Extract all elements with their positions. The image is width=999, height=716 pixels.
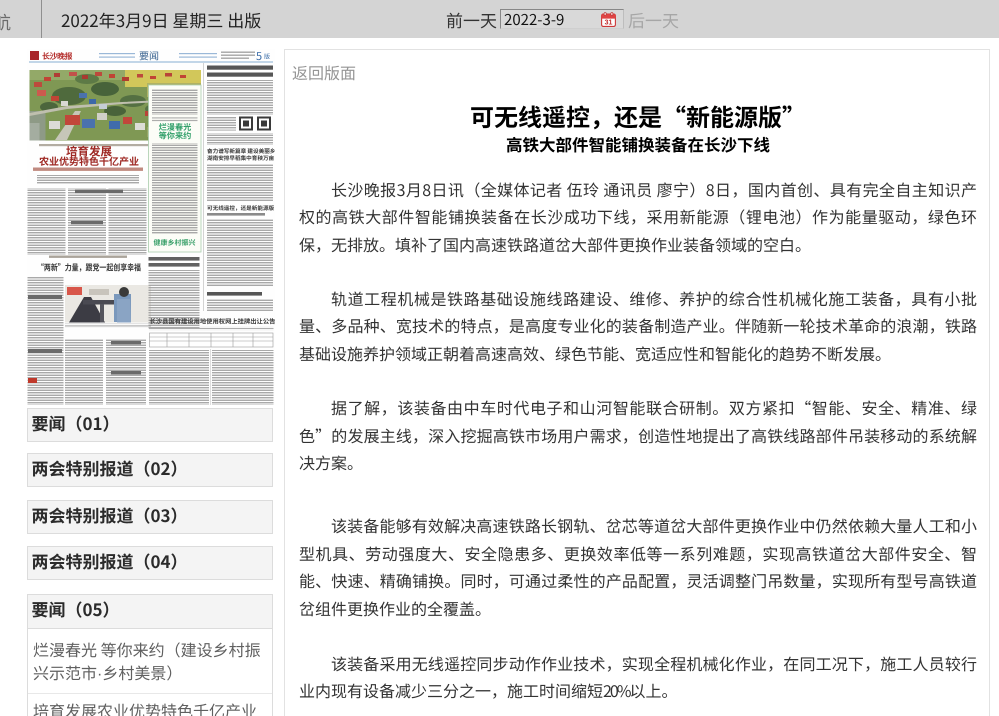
svg-text:要闻: 要闻 (139, 49, 159, 63)
svg-text:湖南安排早稻集中育秧万亩: 湖南安排早稻集中育秧万亩 (207, 154, 275, 162)
svg-text:版: 版 (264, 52, 270, 61)
svg-text:可无线遥控，还是新能源版: 可无线遥控，还是新能源版 (207, 204, 275, 212)
svg-text:31: 31 (605, 20, 613, 27)
svg-text:长沙县国有建设用地使用权网上挂牌出让公告: 长沙县国有建设用地使用权网上挂牌出让公告 (150, 317, 276, 326)
svg-text:农业优势特色千亿产业: 农业优势特色千亿产业 (39, 153, 139, 168)
svg-text:等你来约: 等你来约 (159, 130, 192, 142)
svg-text:健康乡村振兴: 健康乡村振兴 (154, 238, 196, 248)
svg-text:“两新”力量，跟党一起创享幸福: “两新”力量，跟党一起创享幸福 (37, 262, 141, 274)
svg-text:长沙晚报: 长沙晚报 (42, 51, 72, 62)
